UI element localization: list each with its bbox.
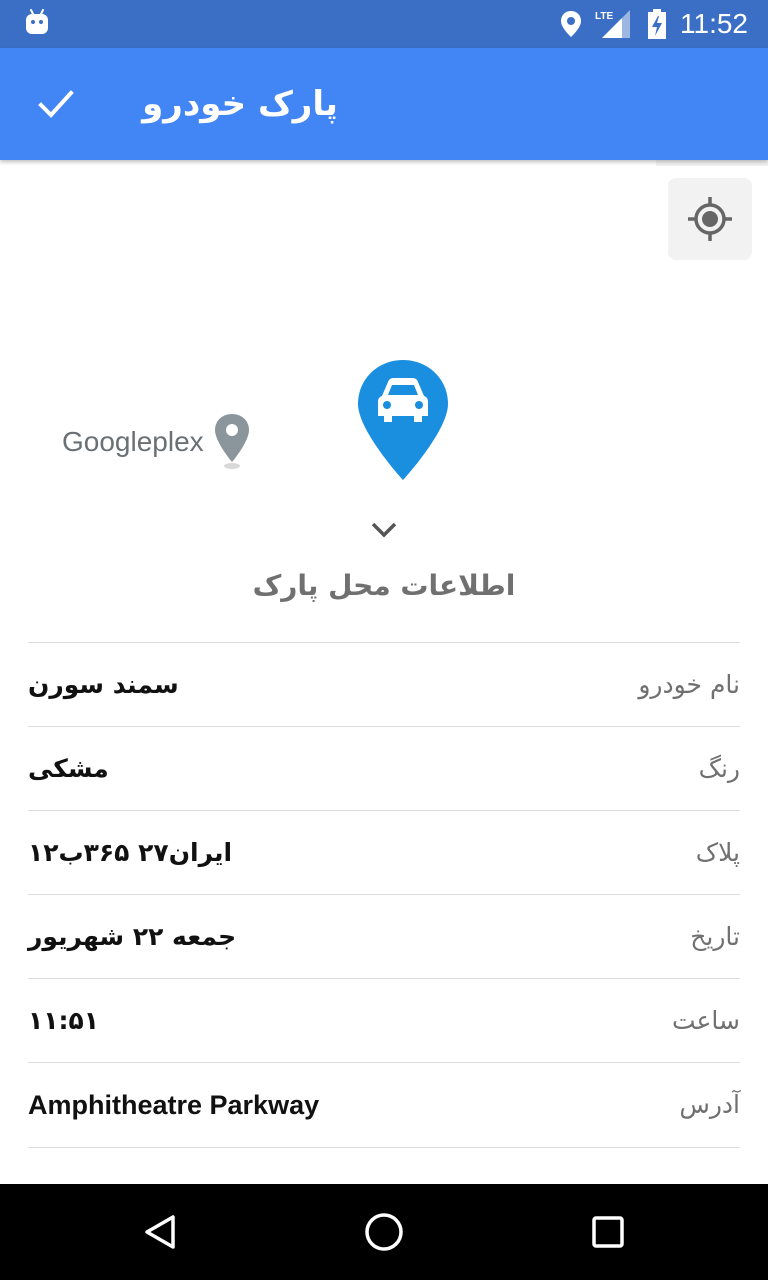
- info-value: مشکی: [28, 754, 109, 783]
- info-row-date: تاریخ جمعه ۲۲ شهریور: [28, 894, 740, 978]
- check-icon: [38, 90, 74, 118]
- place-pin-icon[interactable]: [212, 412, 252, 470]
- info-value: ۱۱:۵۱: [28, 1006, 100, 1035]
- info-label: پلاک: [695, 838, 740, 867]
- info-value: سمند سورن: [28, 670, 179, 699]
- info-row-color: رنگ مشکی: [28, 726, 740, 810]
- confirm-button[interactable]: [20, 68, 92, 140]
- my-location-icon: [688, 197, 732, 241]
- battery-charging-icon: [648, 9, 666, 39]
- map-view[interactable]: Googleplex: [0, 160, 768, 500]
- parking-info-list: نام خودرو سمند سورن رنگ مشکی پلاک ایران۲…: [28, 642, 740, 1148]
- recents-button[interactable]: [578, 1202, 638, 1262]
- my-location-button[interactable]: [668, 178, 752, 260]
- info-row-plate: پلاک ایران۲۷ ۳۶۵ب۱۲: [28, 810, 740, 894]
- back-button[interactable]: [130, 1202, 190, 1262]
- car-marker-icon[interactable]: [356, 358, 450, 482]
- status-time: 11:52: [680, 8, 748, 39]
- location-icon: [561, 11, 581, 37]
- status-bar: LTE 11:52: [0, 0, 768, 48]
- navigation-bar: [0, 1184, 768, 1280]
- recents-icon: [592, 1216, 624, 1248]
- info-row-address: آدرس Amphitheatre Parkway: [28, 1062, 740, 1148]
- info-label: رنگ: [698, 754, 740, 783]
- chevron-down-icon: [371, 522, 397, 538]
- info-value: Amphitheatre Parkway: [28, 1090, 320, 1120]
- home-button[interactable]: [354, 1202, 414, 1262]
- android-icon: [26, 9, 48, 34]
- info-row-car-name: نام خودرو سمند سورن: [28, 642, 740, 726]
- info-value: ایران۲۷ ۳۶۵ب۱۲: [28, 838, 233, 867]
- map-place-label[interactable]: Googleplex: [62, 422, 212, 462]
- network-label: LTE: [595, 11, 613, 22]
- info-value: جمعه ۲۲ شهریور: [28, 922, 237, 951]
- page-title: پارک خودرو: [142, 84, 338, 124]
- collapse-button[interactable]: [364, 512, 404, 548]
- lte-signal-icon: LTE: [595, 10, 630, 38]
- info-label: ساعت: [671, 1006, 740, 1035]
- map-edge: [656, 160, 768, 166]
- back-icon: [145, 1215, 175, 1249]
- info-label: تاریخ: [690, 922, 740, 951]
- home-icon: [365, 1213, 403, 1251]
- info-row-time: ساعت ۱۱:۵۱: [28, 978, 740, 1062]
- section-title: اطلاعات محل پارک: [252, 569, 516, 602]
- info-label: نام خودرو: [638, 670, 740, 699]
- app-bar: پارک خودرو: [0, 48, 768, 160]
- info-label: آدرس: [679, 1090, 740, 1119]
